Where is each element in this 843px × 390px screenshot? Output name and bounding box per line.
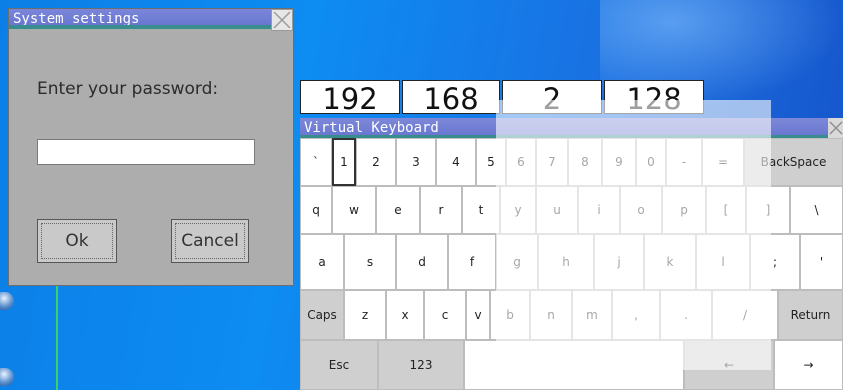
key-row2-8[interactable]: o xyxy=(620,186,662,234)
key-row2-11[interactable]: ] xyxy=(746,186,790,234)
key-row2-9[interactable]: p xyxy=(662,186,706,234)
close-button[interactable] xyxy=(271,9,293,31)
key-row2-12[interactable]: \ xyxy=(790,186,843,234)
key-row1-7[interactable]: 7 xyxy=(536,138,568,186)
caps-key[interactable]: Caps xyxy=(300,290,344,340)
key-row4-9[interactable]: . xyxy=(660,290,712,340)
key-row3-4[interactable]: g xyxy=(496,234,538,290)
key-row4-1[interactable]: z xyxy=(344,290,386,340)
key-row3-0[interactable]: a xyxy=(300,234,344,290)
key-row3-5[interactable]: h xyxy=(538,234,594,290)
key-row1-0[interactable]: ` xyxy=(300,138,332,186)
key-row3-3[interactable]: f xyxy=(448,234,496,290)
key-row4-4[interactable]: v xyxy=(466,290,490,340)
key-row1-8[interactable]: 8 xyxy=(568,138,602,186)
key-row3-10[interactable]: ' xyxy=(800,234,843,290)
esc-key[interactable]: Esc xyxy=(300,340,378,390)
key-row2-7[interactable]: i xyxy=(578,186,620,234)
key-row1-3[interactable]: 3 xyxy=(396,138,436,186)
key-row4-2[interactable]: x xyxy=(386,290,424,340)
space-key[interactable] xyxy=(464,340,684,390)
close-icon xyxy=(829,121,843,135)
virtual-keyboard: Virtual Keyboard ` 1 2 3 4 5 6 7 8 9 0- = BackSpace q… xyxy=(300,118,843,390)
key-row2-3[interactable]: r xyxy=(420,186,462,234)
ip-octet-2[interactable]: 168 xyxy=(402,80,500,114)
key-row1-4[interactable]: 4 xyxy=(436,138,476,186)
key-row3-7[interactable]: k xyxy=(644,234,696,290)
desktop-orb-icon[interactable] xyxy=(0,292,14,310)
key-row2-1[interactable]: w xyxy=(332,186,376,234)
desktop-divider-line xyxy=(56,286,58,390)
close-icon xyxy=(273,11,291,29)
right-arrow-key[interactable]: → xyxy=(774,340,843,390)
key-row2-2[interactable]: e xyxy=(376,186,420,234)
key-row3-2[interactable]: d xyxy=(396,234,448,290)
key-row4-3[interactable]: c xyxy=(424,290,466,340)
key-row2-6[interactable]: u xyxy=(536,186,578,234)
key-row1-5[interactable]: 5 xyxy=(476,138,506,186)
key-row1-6[interactable]: 6 xyxy=(506,138,536,186)
backspace-key[interactable]: BackSpace xyxy=(744,138,843,186)
left-arrow-key[interactable]: ← xyxy=(684,340,774,390)
key-row1-1[interactable]: 1 xyxy=(332,138,356,186)
ip-octet-1[interactable]: 192 xyxy=(300,80,400,114)
titlebar-strip xyxy=(9,25,271,29)
keyboard-close-button[interactable] xyxy=(828,118,843,138)
key-row4-6[interactable]: n xyxy=(530,290,572,340)
key-row2-10[interactable]: [ xyxy=(706,186,746,234)
key-row1-10[interactable]: 0 xyxy=(636,138,666,186)
password-prompt: Enter your password: xyxy=(37,79,219,99)
key-row3-8[interactable]: l xyxy=(696,234,750,290)
keyboard-titlebar[interactable]: Virtual Keyboard xyxy=(300,118,828,138)
keyboard-title: Virtual Keyboard xyxy=(304,120,439,136)
key-row3-1[interactable]: s xyxy=(344,234,396,290)
key-row1-11[interactable]: - xyxy=(666,138,702,186)
key-row4-7[interactable]: m xyxy=(572,290,612,340)
key-row1-12[interactable]: = xyxy=(702,138,744,186)
key-row4-8[interactable]: , xyxy=(612,290,660,340)
ip-octet-3[interactable]: 2 xyxy=(502,80,602,114)
desktop-orb-icon[interactable] xyxy=(0,368,14,386)
return-key[interactable]: Return xyxy=(778,290,843,340)
cancel-button[interactable]: Cancel xyxy=(171,219,249,263)
key-row2-0[interactable]: q xyxy=(300,186,332,234)
key-row1-9[interactable]: 9 xyxy=(602,138,636,186)
key-row2-5[interactable]: y xyxy=(500,186,536,234)
key-row2-4[interactable]: t xyxy=(462,186,500,234)
key-row4-5[interactable]: b xyxy=(490,290,530,340)
ok-button[interactable]: Ok xyxy=(37,219,117,263)
password-input[interactable] xyxy=(37,139,255,165)
key-row3-9[interactable]: ; xyxy=(750,234,800,290)
numbers-key[interactable]: 123 xyxy=(378,340,464,390)
key-row3-6[interactable]: j xyxy=(594,234,644,290)
key-row4-10[interactable]: / xyxy=(712,290,778,340)
ip-octet-4[interactable]: 128 xyxy=(604,80,704,114)
key-row1-2[interactable]: 2 xyxy=(356,138,396,186)
system-settings-dialog: System settings Enter your password: Ok … xyxy=(8,8,294,286)
